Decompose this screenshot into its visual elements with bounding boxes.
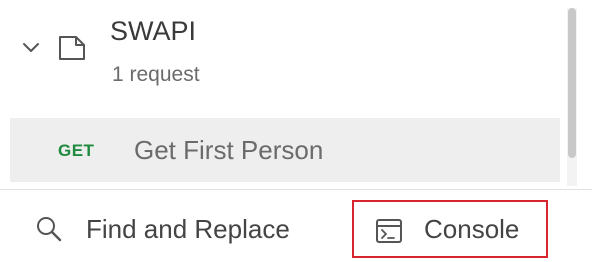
request-name: Get First Person (134, 135, 324, 165)
chevron-down-icon[interactable] (22, 38, 40, 56)
collection-folder-icon (56, 32, 88, 64)
footer-divider (0, 189, 592, 190)
collection-panel: SWAPI 1 request GET Get First Person (0, 0, 592, 190)
request-item[interactable]: GET Get First Person (10, 118, 560, 182)
find-and-replace-button[interactable]: Find and Replace (28, 200, 328, 258)
postman-sidebar: SWAPI 1 request GET Get First Person Fin… (0, 0, 592, 262)
scrollbar-thumb[interactable] (568, 8, 576, 158)
collection-header[interactable]: SWAPI 1 request (0, 0, 560, 112)
console-button[interactable]: Console (352, 200, 548, 258)
collection-request-count: 1 request (112, 63, 200, 86)
console-label: Console (424, 214, 520, 244)
collection-name: SWAPI (110, 16, 197, 46)
request-method-badge: GET (58, 141, 95, 160)
find-and-replace-label: Find and Replace (86, 214, 290, 244)
sidebar-scrollbar[interactable] (567, 8, 577, 186)
console-icon (374, 216, 404, 246)
search-icon (34, 214, 64, 244)
